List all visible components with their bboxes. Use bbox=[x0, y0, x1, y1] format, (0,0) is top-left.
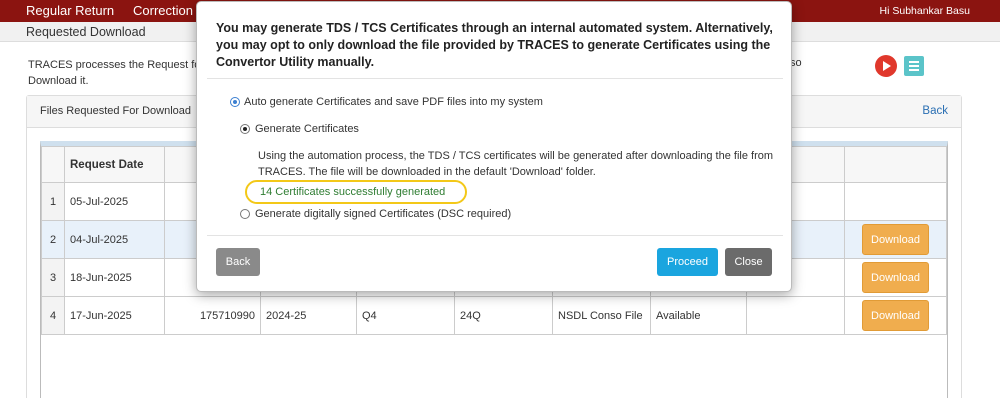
nav-regular-return[interactable]: Regular Return bbox=[26, 3, 114, 18]
generate-certificates-radio[interactable] bbox=[240, 124, 250, 134]
download-button[interactable]: Download bbox=[862, 224, 929, 255]
divider bbox=[207, 78, 783, 79]
back-link[interactable]: Back bbox=[922, 105, 948, 117]
page-title: Requested Download bbox=[26, 25, 146, 39]
row-file-type: NSDL Conso File bbox=[552, 296, 651, 335]
row-status: Available bbox=[650, 296, 747, 335]
user-greeting[interactable]: Hi Subhankar Basu bbox=[880, 5, 970, 17]
row-date: 04-Jul-2025 bbox=[64, 220, 165, 259]
automation-description: Using the automation process, the TDS / … bbox=[258, 150, 774, 178]
divider bbox=[207, 235, 783, 236]
dsc-radio[interactable] bbox=[240, 209, 250, 219]
document-icon[interactable] bbox=[904, 56, 924, 76]
close-button[interactable]: Close bbox=[725, 248, 772, 276]
generate-certificates-label[interactable]: Generate Certificates bbox=[255, 123, 359, 135]
header-action bbox=[844, 146, 947, 183]
proceed-button[interactable]: Proceed bbox=[657, 248, 718, 276]
header-index bbox=[41, 146, 65, 183]
row-date: 17-Jun-2025 bbox=[64, 296, 165, 335]
row-index: 3 bbox=[41, 258, 65, 297]
row-date: 05-Jul-2025 bbox=[64, 182, 165, 221]
download-button[interactable]: Download bbox=[862, 300, 929, 331]
row-request-no: 175710990 bbox=[164, 296, 261, 335]
download-button[interactable]: Download bbox=[862, 262, 929, 293]
certificate-modal: You may generate TDS / TCS Certificates … bbox=[196, 1, 792, 292]
row-quarter: Q4 bbox=[356, 296, 455, 335]
back-button[interactable]: Back bbox=[216, 248, 260, 276]
row-index: 1 bbox=[41, 182, 65, 221]
panel-title: Files Requested For Download bbox=[40, 105, 192, 117]
table-row[interactable]: 4 17-Jun-2025 175710990 2024-25 Q4 24Q N… bbox=[41, 296, 947, 335]
auto-generate-radio[interactable] bbox=[230, 97, 240, 107]
row-index: 2 bbox=[41, 220, 65, 259]
auto-generate-label[interactable]: Auto generate Certificates and save PDF … bbox=[244, 96, 543, 108]
row-form: 24Q bbox=[454, 296, 553, 335]
nav-correction[interactable]: Correction bbox=[133, 3, 193, 18]
header-request-date[interactable]: Request Date bbox=[64, 146, 165, 183]
modal-title: You may generate TDS / TCS Certificates … bbox=[216, 21, 773, 69]
success-message: 14 Certificates successfully generated bbox=[260, 186, 446, 198]
row-date: 18-Jun-2025 bbox=[64, 258, 165, 297]
row-index: 4 bbox=[41, 296, 65, 335]
play-video-icon[interactable] bbox=[875, 55, 897, 77]
dsc-label[interactable]: Generate digitally signed Certificates (… bbox=[255, 208, 511, 220]
success-highlight: 14 Certificates successfully generated bbox=[245, 180, 467, 204]
row-fy: 2024-25 bbox=[260, 296, 357, 335]
